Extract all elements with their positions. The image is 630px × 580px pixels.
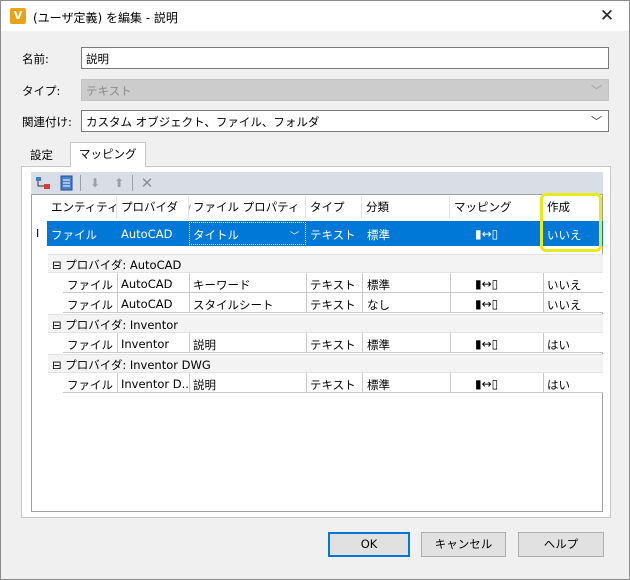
column-divider <box>362 373 363 393</box>
cell-category: 標準 <box>367 278 390 292</box>
cell-type: テキスト <box>310 298 356 312</box>
dialog-window: V (ユーザ定義) を編集 - 説明 ✕ 名前: 説明 タイプ: テキスト ﹀ … <box>0 0 630 580</box>
cell-entity: ファイル <box>67 298 113 312</box>
group-label: プロバイダ: Inventor <box>65 318 178 332</box>
vault-app-icon: V <box>10 8 26 24</box>
close-icon[interactable]: ✕ <box>585 1 629 31</box>
type-select-value: テキスト <box>86 84 132 98</box>
ok-button[interactable]: OK <box>328 532 410 557</box>
cell-provider: AutoCAD <box>121 227 173 241</box>
column-divider <box>189 373 190 393</box>
cell-type: テキスト <box>310 278 356 292</box>
row-edit-indicator-icon: I <box>36 227 40 240</box>
collapse-icon[interactable]: ⊟ <box>52 258 62 272</box>
cell-category: なし <box>367 298 390 312</box>
association-label: 関連付け: <box>22 115 72 129</box>
chevron-down-icon[interactable]: ﹀ <box>591 113 602 129</box>
column-divider <box>450 333 451 353</box>
column-divider <box>189 273 190 313</box>
title-bar: V (ユーザ定義) を編集 - 説明 ✕ <box>1 1 629 31</box>
column-header-entity[interactable]: エンティティ <box>47 194 119 220</box>
cell-create: はい <box>547 378 570 392</box>
collapse-icon[interactable]: ⊟ <box>52 358 62 372</box>
mapping-toolbar: ⬇ ⬆ ✕ <box>31 172 603 194</box>
column-divider <box>117 273 118 313</box>
move-up-icon[interactable]: ⬆ <box>111 175 127 191</box>
name-field[interactable]: 説明 <box>81 47 609 69</box>
chevron-down-icon: ﹀ <box>591 84 602 97</box>
cell-provider: Inventor <box>121 337 170 351</box>
mapping-direction-icon[interactable]: ▮↔▯ <box>475 297 498 311</box>
column-header-mapping[interactable]: マッピング <box>450 194 512 220</box>
tab-settings[interactable]: 設定 <box>22 144 61 165</box>
column-header-type[interactable]: タイプ <box>306 194 345 220</box>
cell-file-property: 説明 <box>193 378 216 392</box>
mapping-direction-icon[interactable]: ▮↔▯ <box>475 277 498 291</box>
name-label: 名前: <box>22 52 49 66</box>
chevron-down-icon[interactable]: ﹀ <box>290 229 299 242</box>
cell-category: 標準 <box>367 228 390 242</box>
toolbar-divider <box>132 175 133 191</box>
group-header-inventor[interactable]: ⊟ プロバイダ: Inventor <box>48 314 603 333</box>
group-header-inventor-dwg[interactable]: ⊟ プロバイダ: Inventor DWG <box>48 354 603 373</box>
column-divider <box>306 333 307 353</box>
cell-type: テキスト <box>310 338 356 352</box>
group-header-autocad[interactable]: ⊟ プロバイダ: AutoCAD <box>48 254 603 273</box>
column-divider <box>450 373 451 393</box>
cell-entity: ファイル <box>67 338 113 352</box>
column-divider <box>306 373 307 393</box>
cell-file-property: 説明 <box>193 338 216 352</box>
highlight-annotation <box>540 193 602 252</box>
cancel-button[interactable]: キャンセル <box>421 532 506 557</box>
column-header-file-property[interactable]: ファイル プロパティ <box>189 194 299 220</box>
association-select[interactable]: カスタム オブジェクト、ファイル、フォルダ ﹀ <box>81 110 609 132</box>
delete-icon[interactable]: ✕ <box>139 175 155 191</box>
help-button[interactable]: ヘルプ <box>518 532 604 557</box>
import-icon[interactable] <box>59 175 75 191</box>
column-divider <box>362 333 363 353</box>
cell-type: テキスト <box>310 228 356 242</box>
cell-provider: AutoCAD <box>121 297 173 311</box>
toolbar-divider <box>80 175 81 191</box>
type-label: タイプ: <box>22 84 61 98</box>
column-divider <box>543 373 544 393</box>
column-divider <box>306 273 307 313</box>
cell-provider: AutoCAD <box>121 277 173 291</box>
add-mapping-icon[interactable] <box>35 175 51 191</box>
column-header-category[interactable]: 分類 <box>362 194 389 220</box>
cell-file-property[interactable]: タイトル <box>193 227 239 243</box>
column-divider <box>450 273 451 313</box>
collapse-icon[interactable]: ⊟ <box>52 318 62 332</box>
cell-category: 標準 <box>367 338 390 352</box>
cell-category: 標準 <box>367 378 390 392</box>
cell-file-property: スタイルシート <box>193 298 274 312</box>
column-divider <box>543 333 544 353</box>
column-divider <box>189 333 190 353</box>
tab-mapping[interactable]: マッピング <box>70 142 146 167</box>
mapping-direction-icon[interactable]: ▮↔▯ <box>475 377 498 391</box>
type-select: テキスト ﹀ <box>81 79 609 101</box>
cell-create: いいえ <box>547 298 582 312</box>
cell-file-property: キーワード <box>193 278 251 292</box>
cell-entity: ファイル <box>51 228 97 242</box>
mapping-direction-icon[interactable]: ▮↔▯ <box>475 337 498 351</box>
move-down-icon[interactable]: ⬇ <box>87 175 103 191</box>
cell-type: テキスト <box>310 378 356 392</box>
cell-provider: Inventor D... <box>121 377 189 391</box>
cell-entity: ファイル <box>67 278 113 292</box>
column-divider <box>362 273 363 313</box>
cell-create: はい <box>547 338 570 352</box>
window-title: (ユーザ定義) を編集 - 説明 <box>33 11 178 25</box>
mapping-direction-icon[interactable]: ▮↔▯ <box>475 227 498 241</box>
column-divider <box>117 373 118 393</box>
association-select-value: カスタム オブジェクト、ファイル、フォルダ <box>86 115 320 129</box>
cell-create: いいえ <box>547 278 582 292</box>
group-label: プロバイダ: AutoCAD <box>65 258 182 272</box>
column-header-provider[interactable]: プロバイダ / <box>117 194 191 220</box>
column-header-provider-label: プロバイダ <box>121 200 179 214</box>
cell-entity: ファイル <box>67 378 113 392</box>
group-label: プロバイダ: Inventor DWG <box>65 358 211 372</box>
column-divider <box>543 273 544 313</box>
column-divider <box>117 333 118 353</box>
